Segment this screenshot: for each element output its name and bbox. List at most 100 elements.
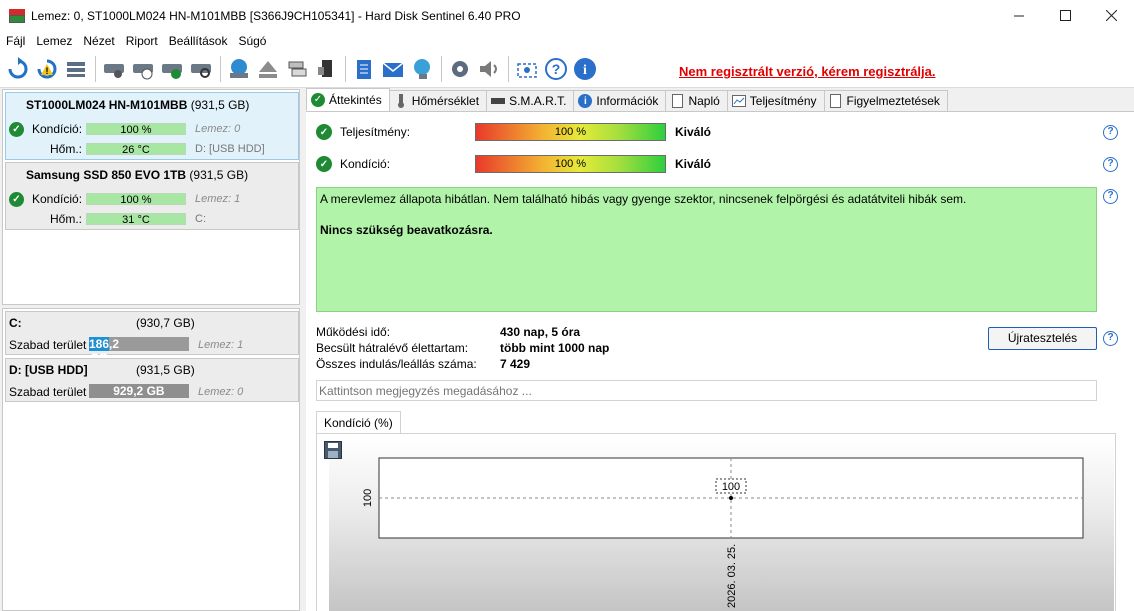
refresh-warning-button[interactable]: !: [33, 55, 60, 83]
partition-card-c[interactable]: C: (930,7 GB) Szabad terület 186,2 GB Le…: [5, 311, 299, 365]
svg-text:i: i: [583, 63, 587, 78]
hdd-clock-icon: [132, 64, 153, 80]
health-row: ✓ Kondíció: 100 % Kiváló: [316, 154, 711, 174]
help-button[interactable]: ?: [542, 55, 569, 83]
sound-button[interactable]: [475, 55, 502, 83]
menu-file[interactable]: Fájl: [6, 34, 29, 48]
free-space-label: Szabad terület: [9, 338, 87, 352]
report-icon: [356, 60, 371, 79]
disk-card-1[interactable]: Samsung SSD 850 EVO 1TB (931,5 GB) ✓ Kon…: [5, 162, 299, 230]
hdd-check-icon: [161, 64, 182, 79]
speaker-icon: [479, 61, 497, 77]
close-button[interactable]: [1088, 0, 1134, 31]
disk-search-button[interactable]: [187, 55, 214, 83]
health-help-icon[interactable]: ?: [1103, 157, 1118, 172]
lifetime-value: több mint 1000 nap: [500, 341, 610, 355]
temp-bar: 31 °C: [86, 213, 186, 226]
disk-card-0[interactable]: ST1000LM024 HN-M101MBB (931,5 GB) ✓ Kond…: [5, 92, 299, 160]
globe-disk-icon: [229, 59, 248, 78]
disk-number: Lemez: 0: [198, 386, 244, 398]
settings-button[interactable]: [446, 55, 473, 83]
question-icon: ?: [544, 58, 567, 80]
menu-report[interactable]: Riport: [126, 34, 162, 48]
refresh-warning-icon: !: [37, 59, 56, 79]
startstop-label: Összes indulás/leállás száma:: [316, 357, 477, 371]
chart-icon: [731, 94, 746, 108]
check-icon: ✓: [9, 192, 24, 207]
tab-alerts[interactable]: Figyelmeztetések: [823, 90, 948, 111]
retest-help-icon[interactable]: ?: [1103, 331, 1118, 346]
minimize-button[interactable]: [996, 0, 1042, 31]
menu-help[interactable]: Súgó: [238, 34, 270, 48]
free-space-bar: 186,2 GB: [89, 337, 189, 365]
health-rating: Kiváló: [675, 157, 712, 171]
disk-title: ST1000LM024 HN-M101MBB (931,5 GB): [26, 98, 250, 112]
screenshot-button[interactable]: [513, 55, 540, 83]
usb-drive-button[interactable]: [312, 55, 339, 83]
eject-button[interactable]: [254, 55, 281, 83]
chart-tab-health[interactable]: Kondíció (%): [316, 411, 401, 434]
check-icon: ✓: [9, 122, 24, 137]
about-button[interactable]: i: [571, 55, 598, 83]
maximize-icon: [1059, 10, 1071, 21]
tab-temperature[interactable]: Hőmérséklet: [388, 90, 488, 111]
drive-letter: D: [USB HDD]: [195, 143, 265, 155]
retest-button[interactable]: Újratesztelés: [988, 327, 1097, 350]
note-input[interactable]: [316, 380, 1097, 401]
refresh-icon: [8, 57, 27, 79]
minimize-icon: [1013, 15, 1024, 17]
svg-text:?: ?: [551, 61, 560, 77]
uptime-label: Működési idő:: [316, 325, 391, 339]
usb-drive-icon: [317, 60, 332, 77]
overview-panel: ✓ Teljesítmény: 100 % Kiváló ? ✓ Kondíci…: [306, 111, 1134, 611]
tab-information[interactable]: i Információk: [573, 90, 667, 111]
temp-label: Hőm.:: [50, 212, 83, 226]
partition-size: (931,5 GB): [136, 363, 195, 377]
disk-schedule-button[interactable]: [129, 55, 156, 83]
performance-rating: Kiváló: [675, 125, 712, 139]
document-icon: [829, 94, 843, 108]
title-bar: Lemez: 0, ST1000LM024 HN-M101MBB [S366J9…: [0, 0, 1134, 31]
network-disk-button[interactable]: [225, 55, 252, 83]
tab-smart[interactable]: S.M.A.R.T.: [486, 90, 575, 111]
menu-settings[interactable]: Beállítások: [169, 34, 232, 48]
network-button[interactable]: [408, 55, 435, 83]
report-button[interactable]: [350, 55, 377, 83]
tab-performance[interactable]: Teljesítmény: [726, 90, 825, 111]
partition-panel: C: (930,7 GB) Szabad terület 186,2 GB Le…: [2, 308, 300, 611]
hdd-icon: [491, 94, 506, 108]
register-link[interactable]: Nem regisztrált verzió, kérem regisztrál…: [679, 64, 936, 79]
window-title: Lemez: 0, ST1000LM024 HN-M101MBB [S366J9…: [31, 8, 521, 23]
disk-number: Lemez: 0: [195, 123, 241, 135]
health-label: Kondíció:: [32, 192, 83, 206]
disk-list-button[interactable]: [62, 55, 89, 83]
health-label: Kondíció:: [32, 122, 83, 136]
menu-disk[interactable]: Lemez: [36, 34, 76, 48]
server-button[interactable]: [283, 55, 310, 83]
menu-view[interactable]: Nézet: [83, 34, 118, 48]
status-description: A merevlemez állapota hibátlan. Nem talá…: [316, 187, 1097, 312]
status-help-icon[interactable]: ?: [1103, 189, 1118, 204]
tab-log[interactable]: Napló: [665, 90, 728, 111]
svg-text:!: !: [45, 66, 48, 76]
partition-card-d[interactable]: D: [USB HDD] (931,5 GB) Szabad terület 9…: [5, 358, 299, 402]
disk-title: Samsung SSD 850 EVO 1TB (931,5 GB): [26, 168, 249, 182]
free-space-label: Szabad terület: [9, 385, 87, 399]
tab-overview[interactable]: ✓ Áttekintés: [306, 88, 390, 111]
document-icon: [670, 94, 684, 108]
chart-data-label: 100: [722, 481, 740, 493]
toolbar: ! ? i Nem regisztrált verzió, kérem regi…: [0, 51, 1134, 88]
maximize-button[interactable]: [1042, 0, 1088, 31]
email-button[interactable]: [379, 55, 406, 83]
disk-test-button[interactable]: [100, 55, 127, 83]
performance-help-icon[interactable]: ?: [1103, 125, 1118, 140]
refresh-button[interactable]: [4, 55, 31, 83]
disk-check-button[interactable]: [158, 55, 185, 83]
eject-icon: [258, 61, 277, 78]
uptime-value: 430 nap, 5 óra: [500, 325, 581, 339]
info-icon: i: [573, 58, 596, 80]
temp-label: Hőm.:: [50, 142, 83, 156]
performance-bar: 100 %: [475, 123, 666, 141]
lifetime-label: Becsült hátralévő élettartam:: [316, 341, 469, 355]
thermometer-icon: [394, 94, 408, 108]
